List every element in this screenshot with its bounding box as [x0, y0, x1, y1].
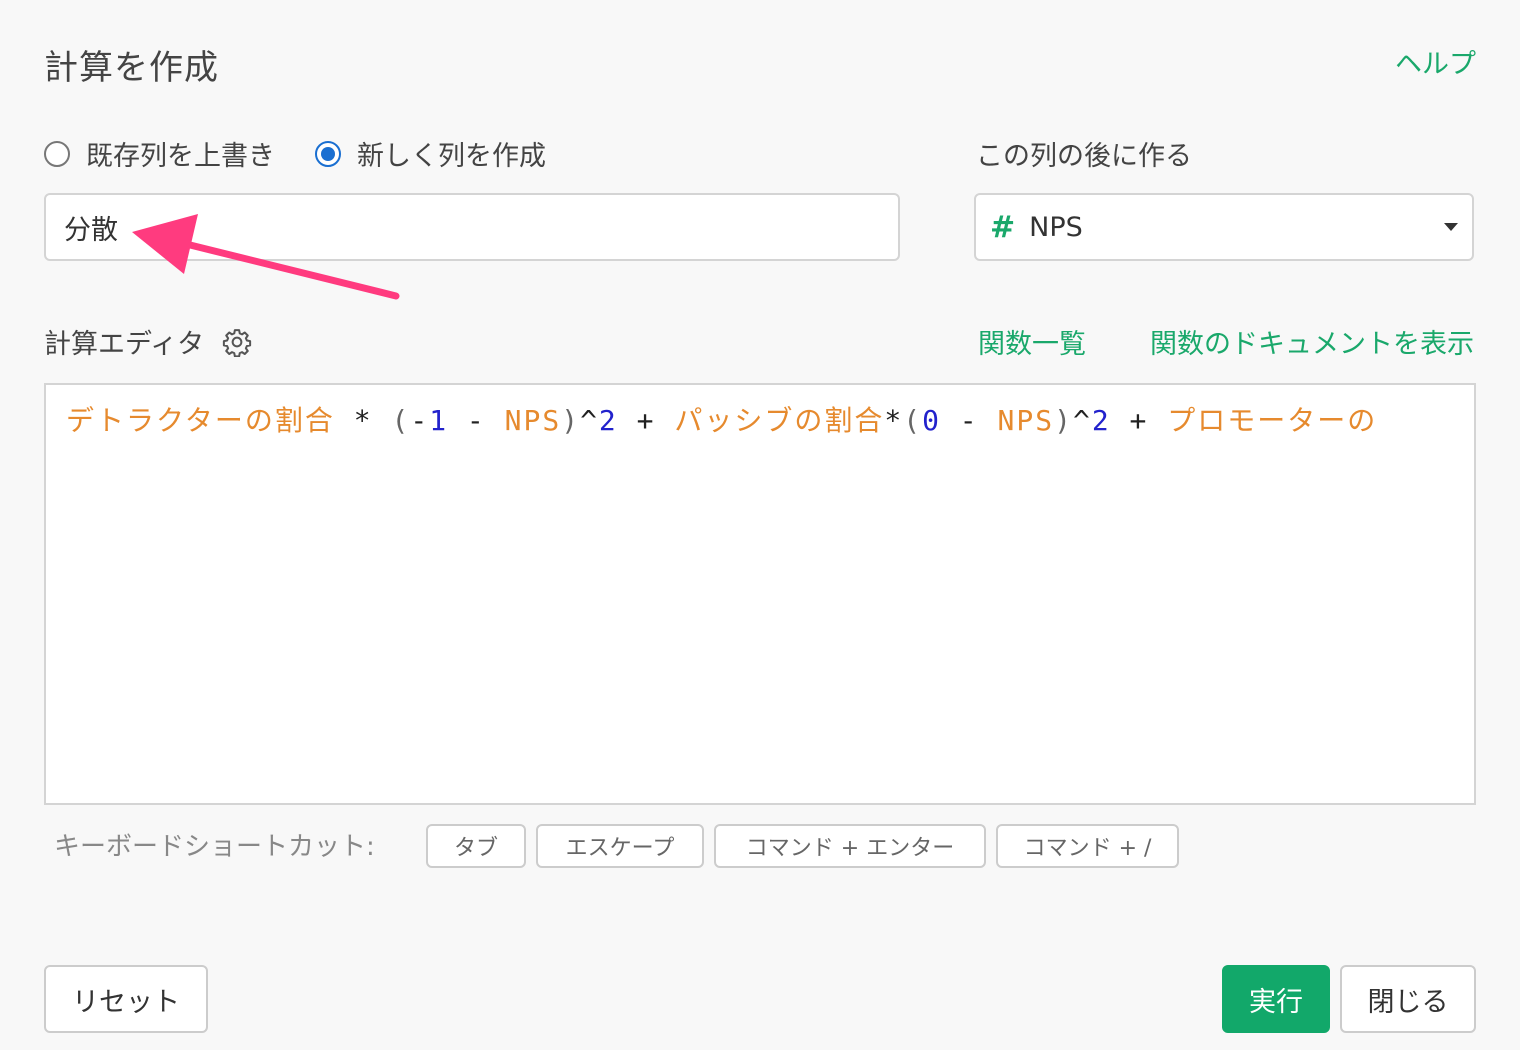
code-token-op: +: [617, 404, 675, 437]
code-token-op: +: [1110, 404, 1168, 437]
calculation-editor[interactable]: デトラクターの割合 * (-1 - NPS)^2 + パッシブの割合*(0 - …: [44, 383, 1476, 805]
numeric-type-icon: #: [990, 209, 1016, 245]
position-selected-value: NPS: [1029, 211, 1083, 243]
caret-down-icon: [1444, 223, 1458, 231]
editor-label: 計算エディタ: [44, 329, 205, 360]
code-token-op: *: [884, 404, 904, 437]
code-token-op: -: [448, 404, 505, 437]
help-link[interactable]: ヘルプ: [1395, 42, 1476, 81]
radio-overwrite-label: 既存列を上書き: [86, 141, 275, 172]
shortcut-key-command-enter: コマンド + エンター: [714, 824, 986, 868]
code-token-op: ^: [580, 404, 599, 437]
code-token-op: ^: [1072, 404, 1092, 437]
code-line: デトラクターの割合 * (-1 - NPS)^2 + パッシブの割合*(0 - …: [66, 399, 1377, 439]
code-token-op: *: [334, 404, 392, 437]
reset-button[interactable]: リセット: [44, 965, 208, 1033]
radio-create-new[interactable]: 新しく列を作成: [315, 134, 546, 173]
code-token-num: 2: [1091, 404, 1111, 437]
code-token-id: デトラクターの割合: [66, 404, 335, 437]
position-column-select[interactable]: # NPS: [974, 193, 1474, 261]
code-token-paren: (: [391, 404, 411, 437]
code-token-num: 2: [598, 404, 618, 437]
code-token-paren: ): [561, 404, 581, 437]
code-token-paren: ): [1054, 404, 1073, 437]
code-token-num: 1: [429, 404, 449, 437]
shortcut-key-tab: タブ: [426, 824, 526, 868]
new-column-name-input[interactable]: [44, 193, 900, 261]
mode-radio-group: 既存列を上書き 新しく列を作成: [44, 134, 586, 173]
code-token-op: -: [940, 404, 998, 437]
code-token-id: NPS: [997, 404, 1055, 437]
code-token-id: プロモーターの: [1167, 404, 1378, 437]
run-button[interactable]: 実行: [1222, 965, 1330, 1033]
radio-button-unchecked[interactable]: [44, 140, 70, 167]
function-list-link[interactable]: 関数一覧: [978, 322, 1086, 361]
code-token-num: 0: [922, 404, 941, 437]
shortcuts-label: キーボードショートカット:: [54, 832, 375, 862]
code-token-paren: (: [903, 404, 923, 437]
position-label: この列の後に作る: [976, 141, 1192, 172]
editor-label-row: 計算エディタ: [44, 322, 252, 361]
radio-create-label: 新しく列を作成: [357, 141, 546, 172]
shortcut-key-command-slash: コマンド + /: [996, 824, 1179, 868]
shortcut-key-escape: エスケープ: [536, 824, 704, 868]
gear-icon[interactable]: [222, 327, 252, 357]
radio-button-checked[interactable]: [315, 140, 341, 167]
dialog-title: 計算を作成: [44, 48, 219, 88]
code-token-id: NPS: [504, 404, 562, 437]
radio-overwrite-existing[interactable]: 既存列を上書き: [44, 134, 275, 173]
close-button[interactable]: 閉じる: [1340, 965, 1476, 1033]
function-docs-link[interactable]: 関数のドキュメントを表示: [1150, 322, 1474, 361]
code-token-op: -: [410, 404, 430, 437]
code-token-id: パッシブの割合: [674, 404, 885, 437]
